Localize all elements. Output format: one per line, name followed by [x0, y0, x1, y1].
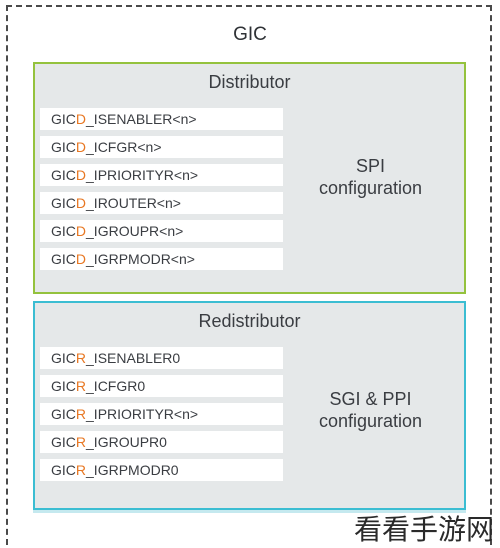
- register-suffix: _IGRPMODR0: [86, 462, 179, 478]
- register-prefix: GIC: [51, 167, 76, 183]
- register-item: GICD_IGROUPR<n>: [40, 220, 283, 242]
- register-prefix: GIC: [51, 223, 76, 239]
- register-highlight: R: [75, 434, 87, 450]
- register-highlight: D: [75, 167, 87, 183]
- register-suffix: _IGROUPR<n>: [86, 223, 184, 239]
- register-prefix: GIC: [51, 139, 76, 155]
- config-line-1: SGI & PPI: [329, 389, 412, 409]
- sgi-ppi-configuration-label: SGI & PPI configuration: [293, 388, 448, 432]
- register-item: GICD_IGRPMODR<n>: [40, 248, 283, 270]
- register-suffix: _ICFGR0: [86, 378, 146, 394]
- watermark: 看看手游网: [353, 513, 494, 546]
- spi-configuration-label: SPI configuration: [293, 155, 448, 199]
- gic-title: GIC: [233, 24, 267, 45]
- register-suffix: _ICFGR<n>: [86, 139, 162, 155]
- register-prefix: GIC: [51, 251, 76, 267]
- register-highlight: R: [75, 378, 87, 394]
- register-item: GICR_IGROUPR0: [40, 431, 283, 453]
- register-highlight: D: [75, 195, 87, 211]
- distributor-register-list: GICD_ISENABLER<n> GICD_ICFGR<n> GICD_IPR…: [40, 108, 283, 276]
- register-item: GICR_ISENABLER0: [40, 347, 283, 369]
- register-highlight: D: [75, 223, 87, 239]
- register-prefix: GIC: [51, 111, 76, 127]
- register-item: GICD_IROUTER<n>: [40, 192, 283, 214]
- register-highlight: R: [75, 462, 87, 478]
- register-item: GICD_IPRIORITYR<n>: [40, 164, 283, 186]
- config-line-2: configuration: [318, 411, 423, 431]
- redistributor-block: Redistributor GICR_ISENABLER0 GICR_ICFGR…: [33, 301, 466, 510]
- register-highlight: D: [75, 111, 87, 127]
- register-highlight: D: [75, 139, 87, 155]
- register-prefix: GIC: [51, 378, 76, 394]
- register-highlight: D: [75, 251, 87, 267]
- register-item: GICD_ICFGR<n>: [40, 136, 283, 158]
- register-suffix: _ISENABLER<n>: [86, 111, 197, 127]
- redistributor-register-list: GICR_ISENABLER0 GICR_ICFGR0 GICR_IPRIORI…: [40, 347, 283, 487]
- distributor-block: Distributor GICD_ISENABLER<n> GICD_ICFGR…: [33, 62, 466, 294]
- config-line-1: SPI: [355, 156, 385, 176]
- register-suffix: _IPRIORITYR<n>: [86, 167, 199, 183]
- register-prefix: GIC: [51, 350, 76, 366]
- register-item: GICR_IGRPMODR0: [40, 459, 283, 481]
- register-prefix: GIC: [51, 195, 76, 211]
- register-prefix: GIC: [51, 434, 76, 450]
- redistributor-title: Redistributor: [198, 311, 301, 331]
- config-line-2: configuration: [318, 178, 423, 198]
- register-suffix: _IGRPMODR<n>: [86, 251, 195, 267]
- register-suffix: _IGROUPR0: [86, 434, 167, 450]
- register-suffix: _ISENABLER0: [86, 350, 181, 366]
- distributor-title: Distributor: [208, 72, 291, 92]
- register-item: GICD_ISENABLER<n>: [40, 108, 283, 130]
- register-prefix: GIC: [51, 462, 76, 478]
- register-highlight: R: [75, 350, 87, 366]
- register-prefix: GIC: [51, 406, 76, 422]
- register-highlight: R: [75, 406, 87, 422]
- register-item: GICR_ICFGR0: [40, 375, 283, 397]
- register-item: GICR_IPRIORITYR<n>: [40, 403, 283, 425]
- register-suffix: _IROUTER<n>: [86, 195, 181, 211]
- register-suffix: _IPRIORITYR<n>: [86, 406, 199, 422]
